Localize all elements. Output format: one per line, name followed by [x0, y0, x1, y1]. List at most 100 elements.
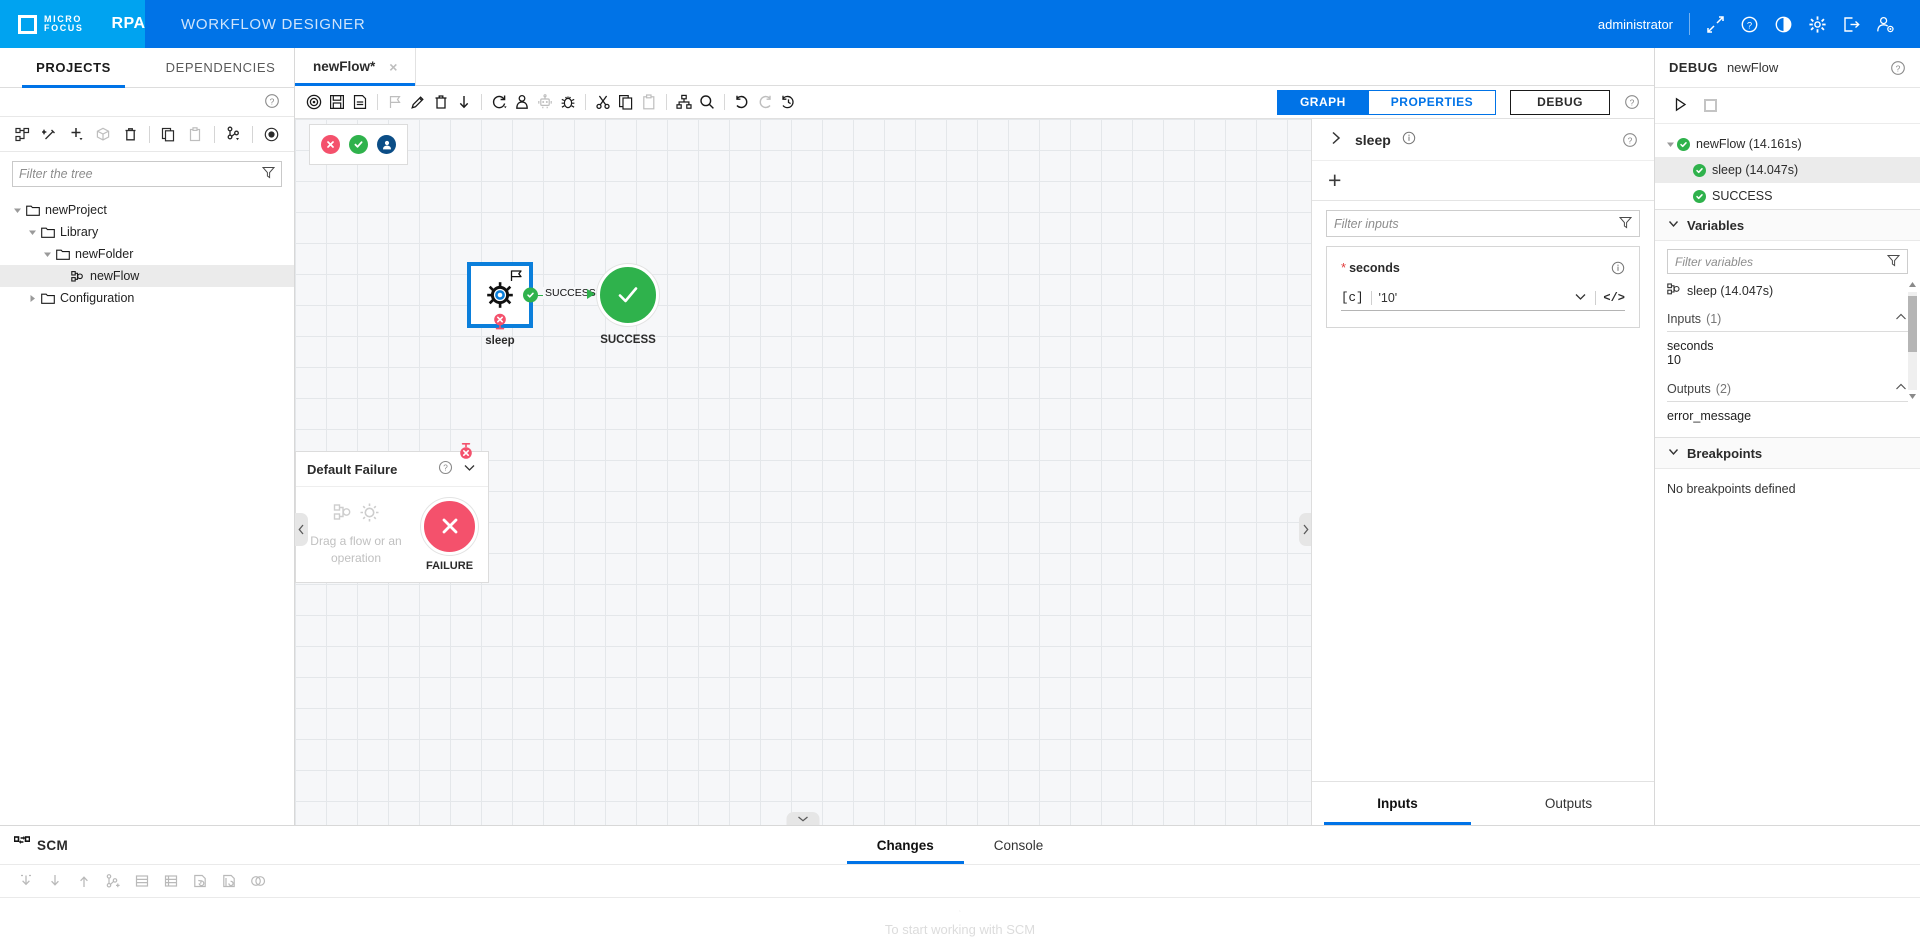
robot-icon[interactable] [534, 90, 556, 114]
info-icon[interactable] [1402, 131, 1416, 148]
tab-console[interactable]: Console [964, 826, 1074, 864]
magic-wand-icon[interactable] [37, 121, 62, 147]
tab-outputs[interactable]: Outputs [1483, 782, 1654, 825]
chevron-down-icon[interactable] [40, 250, 54, 259]
failure-status-icon[interactable] [321, 135, 340, 154]
debug-bug-icon[interactable] [557, 90, 579, 114]
collapse-right-handle[interactable] [1299, 513, 1311, 546]
download-icon[interactable] [453, 90, 475, 114]
variables-filter[interactable] [1667, 249, 1908, 274]
robot-user-icon[interactable] [511, 90, 533, 114]
package-icon[interactable] [91, 121, 116, 147]
cut-icon[interactable] [592, 90, 614, 114]
branch-icon[interactable] [101, 869, 125, 893]
link-icon[interactable] [246, 869, 270, 893]
code-editor-icon[interactable]: </> [1603, 291, 1625, 305]
variables-scrollbar[interactable] [1908, 282, 1917, 400]
add-icon[interactable] [64, 121, 89, 147]
search-icon[interactable] [696, 90, 718, 114]
debug-run-item-0[interactable]: newFlow (14.161s) [1655, 131, 1920, 157]
push-icon[interactable] [72, 869, 96, 893]
save-as-icon[interactable] [349, 90, 371, 114]
debug-run-item-1[interactable]: sleep (14.047s) [1655, 157, 1920, 183]
save-icon[interactable] [326, 90, 348, 114]
tree-item-configuration[interactable]: Configuration [0, 287, 294, 309]
delete-icon[interactable] [118, 121, 143, 147]
tree-filter[interactable] [12, 161, 282, 187]
chevron-down-icon[interactable] [10, 206, 24, 215]
brand-logo[interactable]: MICRO FOCUS RPA [0, 0, 145, 48]
edit-icon[interactable] [407, 90, 429, 114]
filter-inputs-input[interactable] [1334, 216, 1619, 231]
chevron-right-icon[interactable] [25, 294, 39, 303]
history-icon[interactable] [777, 90, 799, 114]
help-icon[interactable]: ? [1622, 132, 1638, 148]
collapse-left-handle[interactable] [295, 513, 308, 546]
tab-dependencies[interactable]: DEPENDENCIES [147, 48, 294, 87]
close-icon[interactable]: × [389, 59, 397, 75]
node-failure-badge-icon[interactable] [490, 313, 510, 334]
filter-icon[interactable] [261, 166, 276, 182]
scrollbar-thumb[interactable] [1908, 296, 1917, 352]
help-icon[interactable]: ? [1624, 94, 1640, 110]
user-status-icon[interactable] [377, 135, 396, 154]
chevron-down-icon[interactable] [1663, 140, 1677, 149]
tree-item-library[interactable]: Library [0, 221, 294, 243]
redo-icon[interactable] [754, 90, 776, 114]
new-project-icon[interactable] [10, 121, 35, 147]
scroll-down-icon[interactable] [1908, 390, 1917, 404]
info-icon[interactable] [1611, 261, 1625, 275]
help-icon[interactable]: ? [438, 460, 453, 478]
flow-node-success[interactable] [597, 264, 659, 326]
help-icon[interactable]: ? [1890, 60, 1906, 76]
tab-changes[interactable]: Changes [846, 826, 964, 864]
help-icon[interactable]: ? [1732, 7, 1766, 41]
logout-icon[interactable] [1834, 7, 1868, 41]
success-status-icon[interactable] [349, 135, 368, 154]
variables-group-inputs[interactable]: Inputs (1) [1667, 310, 1908, 332]
inputs-filter[interactable] [1326, 210, 1640, 237]
paste-icon[interactable] [183, 121, 208, 147]
input-value-text[interactable]: '10' [1379, 291, 1398, 305]
chevron-up-icon[interactable] [1894, 380, 1908, 397]
flow-canvas[interactable]: sleep SUCCESS SUCCESS Default Failure ? … [295, 119, 1311, 825]
variables-group-outputs[interactable]: Outputs (2) [1667, 380, 1908, 402]
flag-icon[interactable] [384, 90, 406, 114]
tab-inputs[interactable]: Inputs [1312, 782, 1483, 825]
stop-icon[interactable] [1704, 99, 1717, 112]
editor-tab-newflow[interactable]: newFlow* × [295, 48, 417, 86]
input-value-row[interactable]: [c] '10' </> [1341, 289, 1625, 311]
filter-icon[interactable] [1886, 254, 1901, 270]
fetch-icon[interactable] [43, 869, 67, 893]
drop-target-hint[interactable]: Drag a flow or an operation [306, 502, 406, 567]
resume-icon[interactable] [1673, 97, 1688, 115]
flow-node-sleep[interactable] [467, 262, 538, 330]
target-icon[interactable] [303, 90, 325, 114]
gear-icon[interactable] [1800, 7, 1834, 41]
failure-end-node[interactable]: FAILURE [421, 497, 478, 572]
pull-icon[interactable] [14, 869, 38, 893]
user-settings-icon[interactable] [1868, 7, 1902, 41]
properties-view-button[interactable]: PROPERTIES [1367, 90, 1496, 114]
add-input-button[interactable]: + [1328, 169, 1341, 192]
tree-item-newfolder[interactable]: newFolder [0, 243, 294, 265]
collapse-bottom-handle[interactable] [786, 812, 820, 825]
hierarchy-icon[interactable] [673, 90, 695, 114]
revert-icon[interactable] [188, 869, 212, 893]
target-icon[interactable] [259, 121, 284, 147]
help-icon[interactable]: ? [264, 93, 280, 112]
paste-icon[interactable] [638, 90, 660, 114]
tree-item-newflow[interactable]: newFlow [0, 265, 294, 287]
copy-icon[interactable] [615, 90, 637, 114]
variables-section-header[interactable]: Variables [1655, 209, 1920, 241]
chevron-down-icon[interactable] [25, 228, 39, 237]
scroll-up-icon[interactable] [1908, 278, 1917, 292]
chevron-down-icon[interactable] [1573, 289, 1588, 307]
filter-tree-input[interactable] [19, 167, 262, 181]
commit-all-icon[interactable] [159, 869, 183, 893]
debug-run-button[interactable]: DEBUG [1510, 89, 1610, 115]
expand-icon[interactable] [1698, 7, 1732, 41]
breakpoints-section-header[interactable]: Breakpoints [1655, 437, 1920, 469]
delete-icon[interactable] [430, 90, 452, 114]
tree-item-newproject[interactable]: newProject [0, 199, 294, 221]
